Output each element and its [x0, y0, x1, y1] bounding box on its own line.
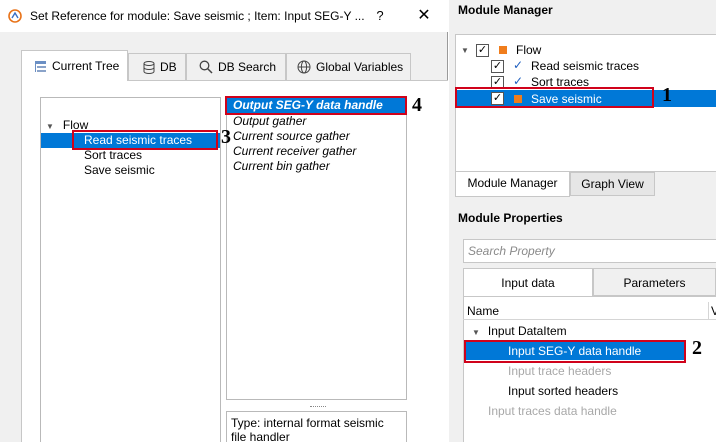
annotation-number-1: 1: [662, 84, 672, 106]
property-input-traces-data-handle[interactable]: Input traces data handle: [488, 402, 617, 420]
tab-db-search-label: DB Search: [218, 60, 277, 74]
dialog-title: Set Reference for module: Save seismic ;…: [30, 9, 365, 23]
flow-checkbox[interactable]: ✓: [476, 44, 489, 57]
property-input-sorted-headers[interactable]: Input sorted headers: [508, 382, 618, 400]
tab-db-search[interactable]: DB Search: [186, 53, 286, 80]
properties-header: Name V: [463, 302, 716, 320]
collapse-arrow-icon[interactable]: ▼: [461, 46, 469, 55]
set-reference-dialog: Set Reference for module: Save seismic ;…: [0, 0, 448, 442]
dialog-titlebar: Set Reference for module: Save seismic ;…: [0, 0, 448, 32]
search-property-input[interactable]: Search Property: [463, 239, 716, 263]
module-manager-title: Module Manager: [458, 3, 553, 17]
search-icon: [199, 60, 213, 74]
tab-parameters[interactable]: Parameters: [593, 268, 716, 296]
tab-db[interactable]: DB: [128, 53, 186, 80]
list-item-current-source-gather[interactable]: Current source gather: [233, 129, 350, 144]
column-name[interactable]: Name: [467, 302, 499, 320]
flow-module-icon: [499, 46, 507, 54]
tree-item-label: Sort traces: [84, 148, 143, 162]
annotation-box-2: [464, 340, 686, 363]
splitter-handle[interactable]: [310, 406, 326, 409]
column-value[interactable]: V: [708, 302, 716, 320]
tab-current-tree[interactable]: Current Tree: [21, 50, 128, 81]
annotation-number-4: 4: [412, 94, 422, 116]
annotation-box-1: [455, 87, 654, 108]
tree-item-save-seismic[interactable]: Save seismic: [84, 163, 155, 178]
tab-input-data[interactable]: Input data: [463, 268, 593, 297]
property-input-trace-headers[interactable]: Input trace headers: [508, 362, 611, 380]
tree-item-label: Save seismic: [84, 163, 155, 177]
module-check-icon: ✓: [513, 58, 524, 72]
property-group-input-dataitem[interactable]: ▼ Input DataItem: [472, 322, 567, 340]
annotation-number-2: 2: [692, 337, 702, 359]
module-check-icon: ✓: [513, 74, 524, 88]
collapse-arrow-icon[interactable]: ▼: [46, 122, 54, 131]
database-icon: [143, 60, 155, 74]
list-item-label: Output gather: [233, 114, 307, 128]
tab-current-tree-label: Current Tree: [52, 59, 120, 73]
annotation-box-3: [72, 130, 218, 150]
tab-graph-view[interactable]: Graph View: [570, 172, 655, 196]
tab-module-manager[interactable]: Module Manager: [455, 172, 570, 197]
app-logo-icon: [8, 9, 22, 23]
module-properties-title: Module Properties: [458, 211, 563, 225]
annotation-number-3: 3: [221, 126, 231, 148]
module-item-read-seismic-traces[interactable]: Read seismic traces: [531, 58, 639, 74]
tab-global-variables[interactable]: Global Variables: [286, 53, 411, 80]
globe-icon: [297, 60, 311, 74]
list-item-label: Current bin gather: [233, 159, 330, 173]
property-group-label: Input DataItem: [487, 324, 567, 338]
tab-db-label: DB: [160, 60, 177, 74]
tree-item-sort-traces[interactable]: Sort traces: [84, 148, 142, 163]
help-button[interactable]: ?: [370, 6, 390, 26]
list-item-label: Current receiver gather: [233, 144, 357, 158]
annotation-box-4: [225, 96, 407, 115]
module-checkbox-read-seismic-traces[interactable]: ✓: [491, 60, 504, 73]
item-description: Type: internal format seismic file handl…: [226, 411, 407, 442]
close-button[interactable]: ✕: [414, 6, 434, 26]
output-list: Output SEG-Y data handle Output gather C…: [226, 97, 407, 400]
list-item-output-gather[interactable]: Output gather: [233, 114, 306, 129]
list-item-current-receiver-gather[interactable]: Current receiver gather: [233, 144, 356, 159]
flow-root-label: Flow: [516, 43, 542, 57]
collapse-arrow-icon[interactable]: ▼: [472, 328, 480, 337]
list-item-current-bin-gather[interactable]: Current bin gather: [233, 159, 330, 174]
tab-global-variables-label: Global Variables: [316, 60, 404, 74]
tree-icon: [35, 60, 46, 72]
list-item-label: Current source gather: [233, 129, 350, 143]
